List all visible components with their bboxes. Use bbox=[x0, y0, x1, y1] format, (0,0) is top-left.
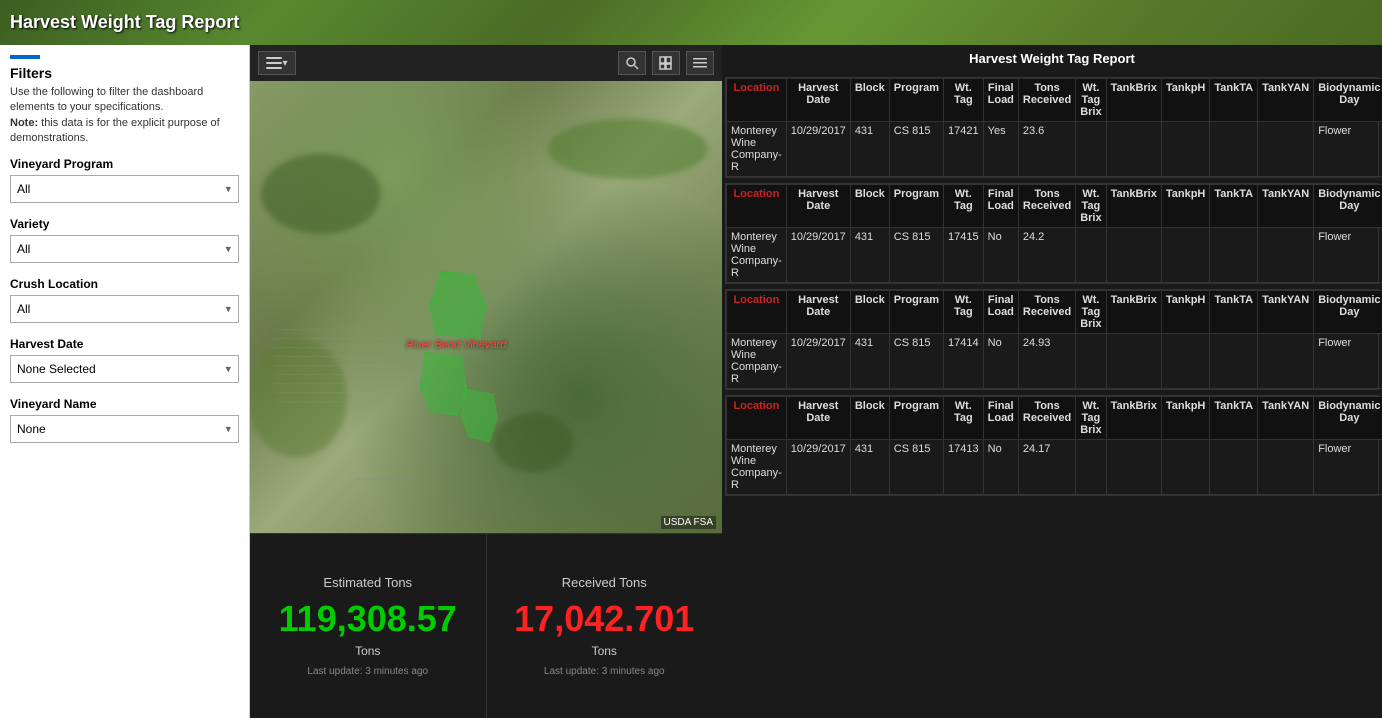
report-panel: Harvest Weight Tag Report Location Harve… bbox=[722, 45, 1382, 718]
received-tons-unit: Tons bbox=[592, 644, 617, 658]
received-tons-update: Last update: 3 minutes ago bbox=[544, 666, 665, 677]
table-row: Monterey Wine Company-R 10/29/2017 431 C… bbox=[727, 334, 1382, 389]
page-title: Harvest Weight Tag Report bbox=[10, 12, 239, 33]
map-area[interactable]: River Bend Vineyard USDA FSA bbox=[250, 81, 722, 533]
app-header: Harvest Weight Tag Report bbox=[0, 0, 1382, 45]
vineyard-program-label: Vineyard Program bbox=[10, 157, 239, 171]
received-tons-value: 17,042.701 bbox=[514, 598, 694, 640]
sidebar: Filters Use the following to filter the … bbox=[0, 45, 250, 718]
received-tons-label: Received Tons bbox=[562, 575, 647, 590]
report-table-4: Location Harvest Date Block Program Wt. … bbox=[726, 396, 1382, 495]
col-tank-ph: TankpH bbox=[1161, 79, 1210, 122]
harvest-date-select[interactable]: None Selected bbox=[10, 355, 239, 383]
cell-program: CS 815 bbox=[889, 122, 943, 177]
report-section-1: Location Harvest Date Block Program Wt. … bbox=[725, 77, 1379, 178]
filter-harvest-date: Harvest Date None Selected bbox=[10, 337, 239, 383]
satellite-map: River Bend Vineyard USDA FSA bbox=[250, 81, 722, 533]
col-block: Block bbox=[850, 79, 889, 122]
estimated-tons-box: Estimated Tons 119,308.57 Tons Last upda… bbox=[250, 534, 487, 718]
cell-tank-yan bbox=[1258, 122, 1314, 177]
col-biodynamic: Biodynamic Day bbox=[1314, 79, 1382, 122]
report-table-1: Location Harvest Date Block Program Wt. … bbox=[726, 78, 1382, 177]
report-section-3: Location Harvest Date Block Program Wt. … bbox=[725, 289, 1379, 390]
col-tank-brix: TankBrix bbox=[1106, 79, 1161, 122]
cell-tank-brix bbox=[1106, 122, 1161, 177]
estimated-tons-update: Last update: 3 minutes ago bbox=[307, 666, 428, 677]
center-panel: ▾ bbox=[250, 45, 722, 718]
vineyard-name-label: Vineyard Name bbox=[10, 397, 239, 411]
search-button[interactable] bbox=[618, 51, 646, 75]
cell-biodynamic: Flower bbox=[1314, 122, 1382, 177]
table-row: Monterey Wine Company-R 10/29/2017 431 C… bbox=[727, 440, 1382, 495]
col-harvest-date: Harvest Date bbox=[786, 79, 850, 122]
filter-crush-location: Crush Location All bbox=[10, 277, 239, 323]
cell-location: Monterey Wine Company-R bbox=[727, 122, 787, 177]
map-layers-button[interactable]: ▾ bbox=[258, 51, 296, 75]
map-attribution: USDA FSA bbox=[661, 516, 716, 529]
table-row: Monterey Wine Company-R 10/29/2017 431 C… bbox=[727, 122, 1382, 177]
harvest-date-label: Harvest Date bbox=[10, 337, 239, 351]
col-tons-received: Tons Received bbox=[1018, 79, 1075, 122]
col-location: Location bbox=[727, 397, 787, 440]
cell-location: Monterey Wine Company-R bbox=[727, 334, 787, 389]
variety-select[interactable]: All bbox=[10, 235, 239, 263]
col-location: Location bbox=[727, 291, 787, 334]
estimated-tons-label: Estimated Tons bbox=[323, 575, 412, 590]
filter-variety: Variety All bbox=[10, 217, 239, 263]
main-content: Filters Use the following to filter the … bbox=[0, 45, 1382, 718]
variety-label: Variety bbox=[10, 217, 239, 231]
table-row: Monterey Wine Company-R 10/29/2017 431 C… bbox=[727, 228, 1382, 283]
col-tank-yan: TankYAN bbox=[1258, 79, 1314, 122]
cell-final-load: Yes bbox=[983, 122, 1018, 177]
filters-heading: Filters bbox=[10, 65, 239, 81]
cell-location: Monterey Wine Company-R bbox=[727, 440, 787, 495]
estimated-tons-unit: Tons bbox=[355, 644, 380, 658]
map-vineyard-label: River Bend Vineyard bbox=[406, 339, 507, 351]
col-location: Location bbox=[727, 185, 787, 228]
report-table-3: Location Harvest Date Block Program Wt. … bbox=[726, 290, 1382, 389]
col-wt-tag-brix: Wt. Tag Brix bbox=[1076, 79, 1106, 122]
cell-tons-received: 23.6 bbox=[1018, 122, 1075, 177]
list-button[interactable] bbox=[686, 51, 714, 75]
report-table-2: Location Harvest Date Block Program Wt. … bbox=[726, 184, 1382, 283]
col-wt-tag: Wt. Tag bbox=[944, 79, 984, 122]
col-tank-ta: TankTA bbox=[1210, 79, 1258, 122]
report-section-4: Location Harvest Date Block Program Wt. … bbox=[725, 395, 1379, 496]
filter-vineyard-name: Vineyard Name None bbox=[10, 397, 239, 443]
report-title: Harvest Weight Tag Report bbox=[722, 45, 1382, 72]
col-location: Location bbox=[727, 79, 787, 122]
map-toolbar: ▾ bbox=[250, 45, 722, 81]
cell-wt-tag: 17421 bbox=[944, 122, 984, 177]
cell-block: 431 bbox=[850, 122, 889, 177]
stats-area: Estimated Tons 119,308.57 Tons Last upda… bbox=[250, 533, 722, 718]
cell-location: Monterey Wine Company-R bbox=[727, 228, 787, 283]
accent-bar bbox=[10, 55, 40, 59]
col-program: Program bbox=[889, 79, 943, 122]
crush-location-label: Crush Location bbox=[10, 277, 239, 291]
cell-harvest-date: 10/29/2017 bbox=[786, 122, 850, 177]
vineyard-name-select[interactable]: None bbox=[10, 415, 239, 443]
cell-tank-ta bbox=[1210, 122, 1258, 177]
cell-wt-tag-brix bbox=[1076, 122, 1106, 177]
crush-location-select[interactable]: All bbox=[10, 295, 239, 323]
filters-description: Use the following to filter the dashboar… bbox=[10, 85, 239, 147]
bookmark-button[interactable] bbox=[652, 51, 680, 75]
received-tons-box: Received Tons 17,042.701 Tons Last updat… bbox=[487, 534, 723, 718]
estimated-tons-value: 119,308.57 bbox=[279, 598, 457, 640]
filter-vineyard-program: Vineyard Program All bbox=[10, 157, 239, 203]
vineyard-program-select[interactable]: All bbox=[10, 175, 239, 203]
col-final-load: Final Load bbox=[983, 79, 1018, 122]
cell-tank-ph bbox=[1161, 122, 1210, 177]
report-section-2: Location Harvest Date Block Program Wt. … bbox=[725, 183, 1379, 284]
